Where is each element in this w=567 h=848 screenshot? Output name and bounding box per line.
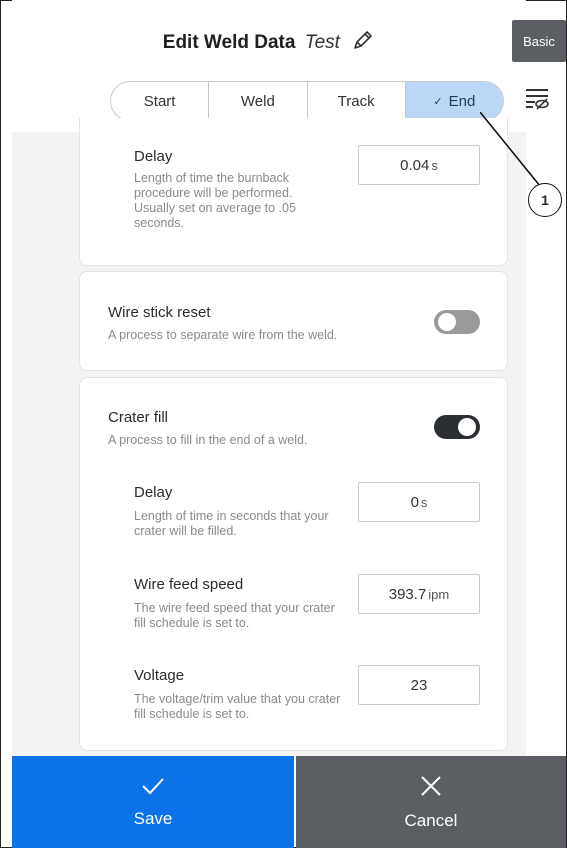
callout-leader-line (480, 112, 541, 187)
burnback-delay-label: Delay (134, 148, 173, 165)
tab-start[interactable]: Start (111, 82, 210, 120)
title-text: Edit Weld Data (162, 32, 296, 53)
wfs-value: 393.7 (388, 585, 427, 603)
crater-delay-value: 0 (410, 493, 419, 511)
burnback-delay-input[interactable]: 0.04 s (358, 145, 480, 185)
callout-marker: 1 (528, 183, 562, 217)
toggle-knob (458, 418, 476, 436)
voltage-input[interactable]: 23 (358, 665, 480, 705)
tab-end-label: End (448, 92, 476, 110)
wfs-desc: The wire feed speed that your crater fil… (134, 601, 335, 630)
toggle-knob (438, 313, 456, 331)
burnback-card: Delay Length of time the burnback proced… (79, 118, 508, 266)
burnback-delay-unit: s (431, 157, 438, 173)
voltage-label: Voltage (134, 667, 185, 684)
close-icon (419, 774, 443, 803)
wfs-unit: ipm (428, 586, 450, 602)
cancel-label: Cancel (404, 810, 458, 830)
basic-button[interactable]: Basic (512, 20, 566, 62)
wire-stick-desc: A process to separate wire from the weld… (108, 328, 338, 342)
tab-track[interactable]: Track (308, 82, 406, 120)
save-button[interactable]: Save (12, 756, 294, 848)
check-icon: ✓ (433, 95, 443, 108)
crater-fill-label: Crater fill (108, 409, 169, 426)
tab-weld[interactable]: Weld (209, 82, 308, 120)
tab-bar: Start Weld Track ✓ End (110, 81, 504, 121)
crater-delay-desc: Length of time in seconds that your crat… (134, 509, 329, 538)
check-icon (140, 776, 166, 801)
cancel-button[interactable]: Cancel (296, 756, 566, 848)
save-label: Save (133, 808, 173, 828)
tab-weld-label: Weld (240, 92, 275, 110)
crater-fill-desc: A process to fill in the end of a weld. (108, 433, 308, 447)
crater-delay-input[interactable]: 0s (358, 482, 480, 522)
voltage-desc: The voltage/trim value that you crater f… (134, 692, 341, 721)
crater-delay-unit: s (420, 494, 428, 510)
header: Edit Weld Data Test Start Weld Track ✓ En… (12, 0, 526, 132)
crater-fill-toggle[interactable] (434, 415, 480, 439)
weld-name: Test (304, 32, 340, 53)
wire-stick-label: Wire stick reset (108, 304, 211, 321)
burnback-delay-desc: Length of time the burnback procedure wi… (134, 171, 296, 230)
wire-stick-card: Wire stick reset A process to separate w… (79, 271, 508, 371)
tab-start-label: Start (143, 92, 176, 110)
wfs-input[interactable]: 393.7 ipm (358, 574, 480, 614)
crater-delay-label: Delay (134, 484, 173, 501)
filter-hide-icon[interactable] (524, 86, 550, 115)
voltage-value: 23 (410, 676, 428, 694)
tab-track-label: Track (337, 92, 375, 110)
page-title: Edit Weld Data Test (12, 28, 526, 58)
pencil-icon[interactable] (351, 28, 375, 58)
wire-stick-toggle[interactable] (434, 310, 480, 334)
burnback-delay-value: 0.04 (400, 156, 430, 174)
crater-fill-card: Crater fill A process to fill in the end… (79, 377, 508, 751)
wfs-label: Wire feed speed (134, 576, 244, 593)
